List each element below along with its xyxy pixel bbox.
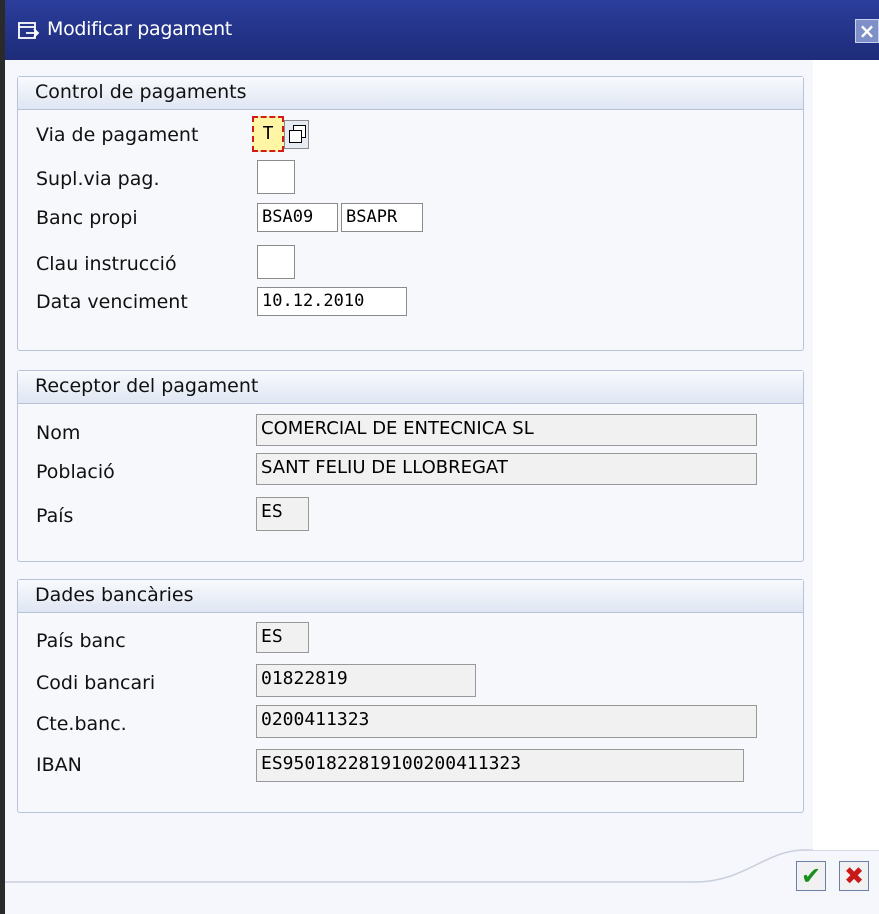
data-venciment-field[interactable]: 10.12.2010 [257, 287, 407, 316]
via-pagament-label: Via de pagament [36, 124, 199, 146]
supl-via-field[interactable] [257, 160, 295, 194]
group-title: Receptor del pagament [18, 371, 803, 404]
nom-field: COMERCIAL DE ENTECNICA SL [256, 414, 757, 446]
codi-bancari-field: 01822819 [256, 664, 476, 697]
group-title: Dades bancàries [18, 580, 803, 613]
data-venciment-label: Data venciment [36, 291, 188, 313]
pais-banc-label: País banc [36, 630, 126, 652]
iban-label: IBAN [36, 754, 82, 776]
dialog-window: Modificar pagament × Control de pagament… [0, 0, 879, 914]
via-pagament-field[interactable]: T [252, 116, 284, 152]
pais-label: País [36, 505, 74, 527]
cancel-x-icon[interactable]: ✖ [839, 861, 869, 891]
poblacio-label: Població [36, 461, 115, 483]
codi-bancari-label: Codi bancari [36, 672, 156, 694]
banc-compte-field[interactable]: BSAPR [341, 203, 423, 232]
group-title: Control de pagaments [18, 77, 803, 110]
close-icon[interactable]: × [855, 19, 879, 43]
cte-banc-field: 0200411323 [256, 705, 757, 738]
pais-banc-field: ES [256, 622, 309, 653]
clau-instruccio-label: Clau instrucció [36, 253, 177, 275]
banc-propi-label: Banc propi [36, 207, 138, 229]
pais-field: ES [256, 497, 309, 531]
dialog-body: Control de pagaments Via de pagament T S… [5, 60, 879, 914]
supl-via-label: Supl.via pag. [36, 168, 160, 190]
iban-field: ES9501822819100200411323 [256, 749, 744, 782]
clau-instruccio-field[interactable] [257, 245, 295, 279]
edit-window-icon [18, 22, 40, 39]
window-title: Modificar pagament [47, 18, 232, 40]
footer-curve [5, 849, 879, 883]
title-bar: Modificar pagament × [5, 0, 879, 60]
nom-label: Nom [36, 422, 81, 444]
possible-values-icon[interactable] [284, 120, 309, 149]
checkmark-icon[interactable]: ✔ [796, 861, 826, 891]
cte-banc-label: Cte.banc. [36, 713, 127, 735]
poblacio-field: SANT FELIU DE LLOBREGAT [256, 453, 757, 485]
banc-propi-field[interactable]: BSA09 [257, 203, 338, 232]
